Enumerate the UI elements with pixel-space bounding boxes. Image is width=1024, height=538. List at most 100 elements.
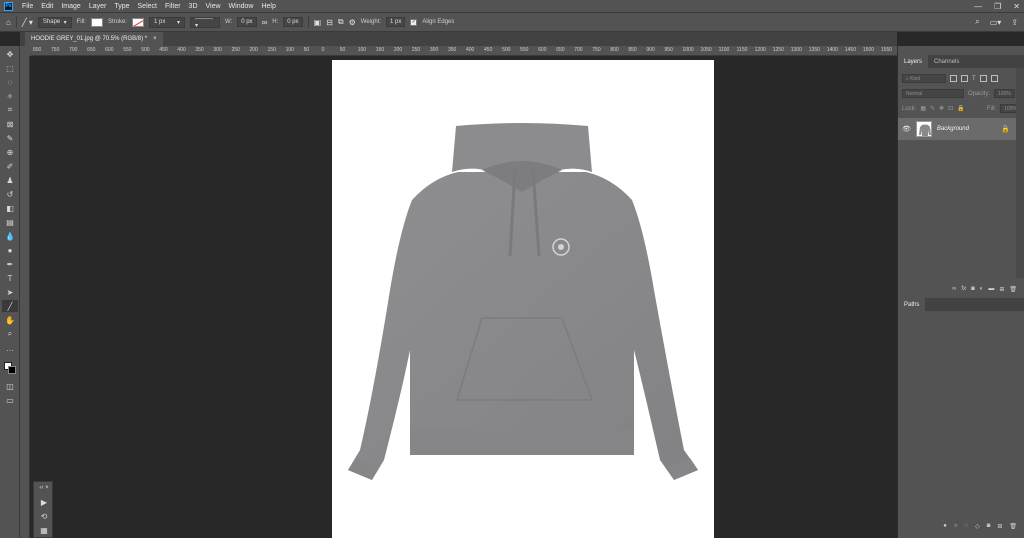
tab-layers[interactable]: Layers xyxy=(898,55,929,68)
layers-scrollbar[interactable] xyxy=(1016,68,1024,278)
fill-path-icon[interactable]: ● xyxy=(943,523,947,529)
opacity-input[interactable]: 100% xyxy=(994,89,1015,98)
quick-mask-icon[interactable]: ◫ xyxy=(2,380,18,392)
gradient-tool-icon[interactable]: ▤ xyxy=(2,216,18,228)
delete-layer-icon[interactable]: 🗑 xyxy=(1009,286,1017,293)
filter-adjustment-icon[interactable] xyxy=(961,75,968,82)
maximize-icon[interactable]: ❐ xyxy=(994,2,1001,11)
history-brush-tool-icon[interactable]: ↺ xyxy=(2,188,18,200)
close-tab-icon[interactable]: × xyxy=(153,36,157,42)
adjustment-layer-icon[interactable]: ◐ xyxy=(980,286,984,292)
height-input[interactable]: 0 px xyxy=(283,17,303,27)
eye-icon[interactable]: 👁 xyxy=(902,125,911,133)
document-canvas[interactable] xyxy=(332,60,714,538)
document-tab[interactable]: HOODIE GREY_01.jpg @ 70.5% (RGB/8) * × xyxy=(25,32,163,46)
type-tool-icon[interactable]: T xyxy=(2,272,18,284)
lasso-tool-icon[interactable]: ◌ xyxy=(2,76,18,88)
panel-grip-icon[interactable]: ‹‹ × xyxy=(36,482,52,494)
menu-window[interactable]: Window xyxy=(229,3,254,10)
filter-type-icon[interactable]: T xyxy=(972,76,976,82)
more-tools-icon[interactable]: … xyxy=(2,342,18,354)
menu-file[interactable]: File xyxy=(22,3,33,10)
lock-all-icon[interactable]: 🔒 xyxy=(957,105,964,112)
path-alignment-icon[interactable]: ⊟ xyxy=(326,18,333,27)
pen-tool-icon[interactable]: ✒ xyxy=(2,258,18,270)
lock-position-icon[interactable]: ✥ xyxy=(939,105,944,112)
menu-type[interactable]: Type xyxy=(114,3,129,10)
new-path-icon[interactable]: ⊞ xyxy=(997,523,1002,530)
menu-select[interactable]: Select xyxy=(138,3,157,10)
link-layers-icon[interactable]: ∞ xyxy=(952,286,956,292)
layer-filter-select[interactable]: ⌕ Kind xyxy=(902,74,946,83)
width-input[interactable]: 0 px xyxy=(237,17,257,27)
stroke-swatch[interactable] xyxy=(131,17,144,27)
layer-style-icon[interactable]: fx xyxy=(961,286,966,292)
menu-edit[interactable]: Edit xyxy=(41,3,53,10)
close-icon[interactable]: ✕ xyxy=(1013,2,1020,11)
line-tool-preset-icon[interactable]: ╱ ▾ xyxy=(22,18,33,27)
layer-row-background[interactable]: 👁 Background 🔒 xyxy=(898,118,1016,140)
background-color-swatch[interactable] xyxy=(8,366,16,374)
make-work-path-icon[interactable]: ◇ xyxy=(975,523,980,530)
loop-icon[interactable]: ⟲ xyxy=(36,510,52,522)
filter-pixel-icon[interactable] xyxy=(950,75,957,82)
stroke-path-icon[interactable]: ○ xyxy=(954,523,958,529)
lock-pixels-icon[interactable]: ▦ xyxy=(920,105,926,112)
menu-help[interactable]: Help xyxy=(261,3,275,10)
menu-3d[interactable]: 3D xyxy=(189,3,198,10)
dodge-tool-icon[interactable]: ● xyxy=(2,244,18,256)
healing-brush-tool-icon[interactable]: ⊕ xyxy=(2,146,18,158)
new-group-icon[interactable]: ▬ xyxy=(988,286,994,292)
photoshop-logo-icon[interactable]: Ps xyxy=(4,1,13,11)
tool-mode-select[interactable]: Shape ▾ xyxy=(37,16,72,28)
tab-paths[interactable]: Paths xyxy=(898,298,926,311)
stroke-width-select[interactable]: 1 px ▾ xyxy=(148,16,185,28)
line-tool-icon[interactable]: ╱ xyxy=(2,300,18,312)
path-selection-tool-icon[interactable]: ➤ xyxy=(2,286,18,298)
eraser-tool-icon[interactable]: ◧ xyxy=(2,202,18,214)
link-icon[interactable]: ∞ xyxy=(262,18,268,27)
filter-shape-icon[interactable] xyxy=(979,75,987,82)
hand-tool-icon[interactable]: ✋ xyxy=(2,314,18,326)
layer-mask-icon[interactable]: ◙ xyxy=(971,286,975,292)
menu-view[interactable]: View xyxy=(206,3,221,10)
frame-tool-icon[interactable]: ⊠ xyxy=(2,118,18,130)
brush-tool-icon[interactable]: ✐ xyxy=(2,160,18,172)
blend-mode-select[interactable]: Normal xyxy=(902,89,964,98)
stroke-type-select[interactable]: ———▾ xyxy=(189,16,220,29)
delete-path-icon[interactable]: 🗑 xyxy=(1009,523,1017,530)
eyedropper-tool-icon[interactable]: ✎ xyxy=(2,132,18,144)
lock-paint-icon[interactable]: ✎ xyxy=(930,105,935,112)
crop-tool-icon[interactable]: ⌗ xyxy=(2,104,18,116)
magic-wand-tool-icon[interactable]: ✧ xyxy=(2,90,18,102)
blur-tool-icon[interactable]: 💧 xyxy=(2,230,18,242)
zoom-tool-icon[interactable]: ⌕ xyxy=(2,328,18,340)
fill-swatch[interactable] xyxy=(90,17,103,27)
move-tool-icon[interactable]: ✥ xyxy=(2,48,18,60)
tab-channels[interactable]: Channels xyxy=(928,55,965,68)
lock-artboard-icon[interactable]: ⊡ xyxy=(948,105,953,112)
path-operations-icon[interactable]: ▣ xyxy=(314,18,322,27)
home-icon[interactable]: ⌂ xyxy=(6,18,11,27)
minimize-icon[interactable]: — xyxy=(974,2,982,11)
menu-layer[interactable]: Layer xyxy=(89,3,107,10)
filter-smart-object-icon[interactable] xyxy=(990,75,998,82)
marquee-tool-icon[interactable]: ⬚ xyxy=(2,62,18,74)
share-icon[interactable]: ⇪ xyxy=(1011,18,1018,27)
screen-mode-icon[interactable]: ▭ xyxy=(2,394,18,406)
search-icon[interactable]: ⌕ xyxy=(975,17,979,27)
path-arrangement-icon[interactable]: ⧉ xyxy=(338,17,344,27)
play-icon[interactable]: ▶ xyxy=(36,496,52,508)
menu-image[interactable]: Image xyxy=(61,3,80,10)
gear-icon[interactable]: ⚙ xyxy=(349,18,356,27)
align-edges-checkbox[interactable]: ✓ xyxy=(410,18,418,26)
workspace-icon[interactable]: ▭▾ xyxy=(990,18,1002,27)
weight-input[interactable]: 1 px xyxy=(386,17,406,27)
menu-filter[interactable]: Filter xyxy=(165,3,181,10)
load-selection-icon[interactable]: ◌ xyxy=(965,523,969,529)
layer-lock-icon[interactable]: 🔒 xyxy=(1001,125,1010,133)
new-layer-icon[interactable]: ⊞ xyxy=(999,286,1004,293)
frames-icon[interactable]: ▦ xyxy=(36,524,52,536)
add-mask-icon[interactable]: ◙ xyxy=(987,523,991,529)
stamp-tool-icon[interactable]: ♟ xyxy=(2,174,18,186)
